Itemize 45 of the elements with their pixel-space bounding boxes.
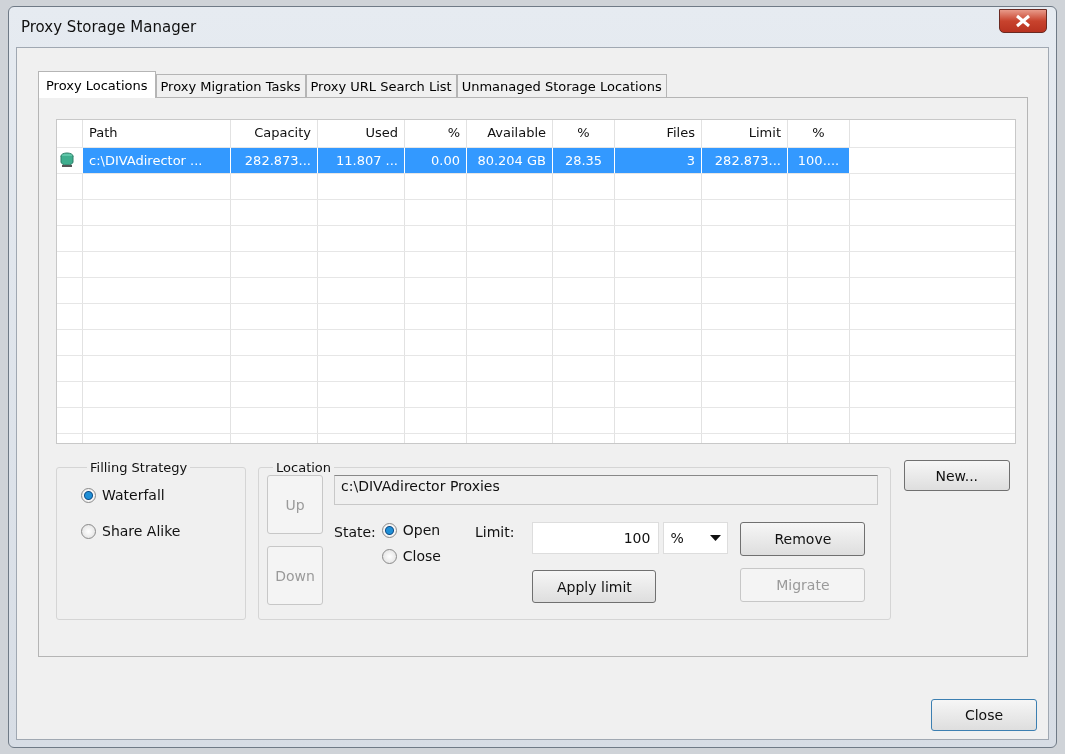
table-cell: 0.00: [431, 153, 460, 168]
limit-label: Limit:: [474, 523, 515, 540]
tab[interactable]: Proxy Migration Tasks: [155, 74, 306, 97]
radio-icon[interactable]: [81, 523, 96, 539]
apply-limit-button[interactable]: Apply limit: [532, 570, 657, 603]
radio-option[interactable]: Share Alike: [81, 523, 246, 539]
table-cell: 28.35: [564, 153, 603, 168]
table-cell: 80.204 GB: [477, 153, 546, 168]
column-header: Path: [89, 125, 118, 140]
window-title: Proxy Storage Manager: [21, 18, 197, 36]
column-header: Used: [365, 125, 398, 140]
unit-dropdown[interactable]: %: [663, 522, 729, 554]
remove-button[interactable]: Remove: [740, 522, 866, 556]
table-cell: 3: [686, 153, 695, 168]
radio-option[interactable]: Open: [381, 522, 441, 538]
state-label: State:: [334, 523, 376, 540]
column-header: %: [447, 125, 460, 140]
close-button[interactable]: Close: [931, 699, 1037, 731]
radio-option[interactable]: Waterfall: [81, 487, 246, 503]
column-header: Files: [666, 125, 695, 140]
tab[interactable]: Unmanaged Storage Locations: [456, 74, 667, 97]
column-header: %: [577, 125, 590, 140]
table-cell: 100....: [797, 153, 840, 168]
table-cell: 282.873...: [244, 153, 311, 168]
limit-field[interactable]: 100: [532, 522, 660, 554]
table-cell: 282.873...: [714, 153, 781, 168]
table-cell: c:\DIVAdirector ...: [89, 153, 203, 168]
radio-icon[interactable]: [81, 487, 96, 503]
column-header: Capacity: [254, 125, 311, 140]
caret-icon: [710, 535, 722, 541]
new-button[interactable]: New...: [903, 460, 1010, 491]
column-header: %: [812, 125, 825, 140]
column-header: Limit: [748, 125, 781, 140]
radio-icon[interactable]: [381, 522, 397, 538]
close-icon[interactable]: [999, 9, 1047, 33]
column-header: Available: [487, 125, 546, 140]
storage-icon: [60, 152, 74, 168]
radio-icon[interactable]: [381, 548, 397, 564]
tab[interactable]: Proxy Locations: [38, 71, 156, 98]
tab[interactable]: Proxy URL Search List: [305, 74, 457, 97]
table-cell: 11.807 ...: [335, 153, 398, 168]
group-title: Filling Strategy: [89, 460, 189, 475]
group-title: Location: [275, 460, 333, 475]
radio-option[interactable]: Close: [381, 548, 441, 564]
path-field[interactable]: c:\DIVAdirector Proxies: [334, 475, 878, 505]
